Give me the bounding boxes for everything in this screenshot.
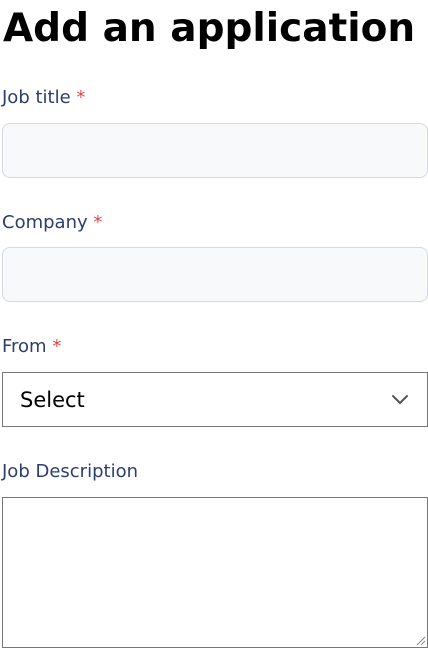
job-title-label-text: Job title [2,87,71,108]
resize-grip-icon[interactable] [416,636,426,646]
required-marker: * [93,212,103,233]
job-description-label: Job Description [2,461,138,483]
from-select[interactable]: Select [2,372,428,427]
company-label: Company * [2,212,102,234]
company-input[interactable] [2,247,428,302]
application-form-page: Add an application Job title * Company *… [0,0,428,649]
job-title-input[interactable] [2,123,428,178]
company-label-text: Company [2,212,88,233]
page-title: Add an application [3,6,416,51]
from-select-value: Select [20,388,85,412]
job-description-label-text: Job Description [2,461,138,482]
job-title-label: Job title * [2,87,85,109]
from-label: From * [2,336,61,358]
job-description-textarea[interactable] [2,497,428,648]
required-marker: * [76,87,86,108]
from-label-text: From [2,336,47,357]
chevron-down-icon [392,395,408,404]
required-marker: * [52,336,62,357]
